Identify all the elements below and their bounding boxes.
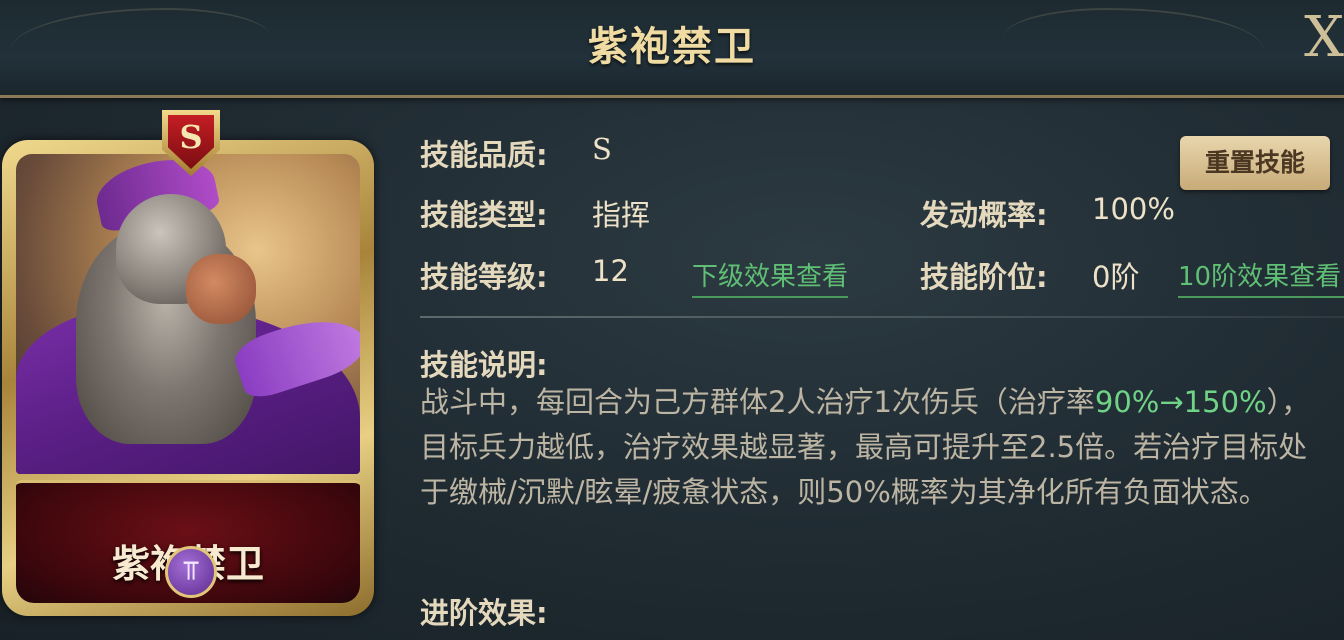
trigger-label: 发动概率: (920, 198, 1048, 232)
art-fist (186, 254, 256, 324)
section-divider (420, 316, 1344, 318)
level-row: 技能等级: 12 下级效果查看 技能阶位: 0阶 10阶效果查看 (420, 254, 1344, 304)
next-level-effect-link[interactable]: 下级效果查看 (692, 256, 849, 298)
header-bar: 紫袍禁卫 X (0, 0, 1344, 98)
advance-effect-label: 进阶效果: (420, 596, 548, 630)
card-artwork (16, 154, 360, 474)
stage-label: 技能阶位: (920, 260, 1048, 294)
trigger-value: 100% (1092, 192, 1175, 226)
rank-letter: S (168, 115, 214, 169)
type-row: 技能类型: 指挥 发动概率: 100% (420, 192, 1344, 242)
skill-description: 战斗中，每回合为己方群体2人治疗1次伤兵（治疗率90%→150%），目标兵力越低… (420, 380, 1335, 515)
faction-emblem-icon: ⫪ (165, 546, 217, 598)
page-title: 紫袍禁卫 (588, 23, 756, 70)
type-label: 技能类型: (420, 198, 548, 232)
quality-value: S (592, 132, 612, 166)
close-button[interactable]: X (1300, 8, 1344, 68)
skill-card: 紫袍禁卫 S ⫪ (2, 110, 378, 618)
description-label: 技能说明: (420, 348, 548, 382)
quality-label: 技能品质: (420, 138, 548, 172)
reset-skill-button[interactable]: 重置技能 (1180, 136, 1330, 190)
quality-row: 技能品质: S (420, 132, 1120, 182)
level-label: 技能等级: (420, 260, 548, 294)
description-text-part1: 战斗中，每回合为己方群体2人治疗1次伤兵（治疗率 (420, 385, 1095, 419)
advance-header: 进阶效果: (420, 590, 820, 640)
skill-info-panel: 技能品质: S 重置技能 技能类型: 指挥 发动概率: 100% 技能等级: 1… (420, 120, 1344, 640)
level-value: 12 (592, 254, 629, 288)
description-highlight: 90%→150% (1094, 385, 1267, 419)
type-value: 指挥 (592, 198, 651, 232)
stage-value: 0阶 (1092, 260, 1140, 294)
stage10-effect-link[interactable]: 10阶效果查看 (1178, 256, 1344, 298)
